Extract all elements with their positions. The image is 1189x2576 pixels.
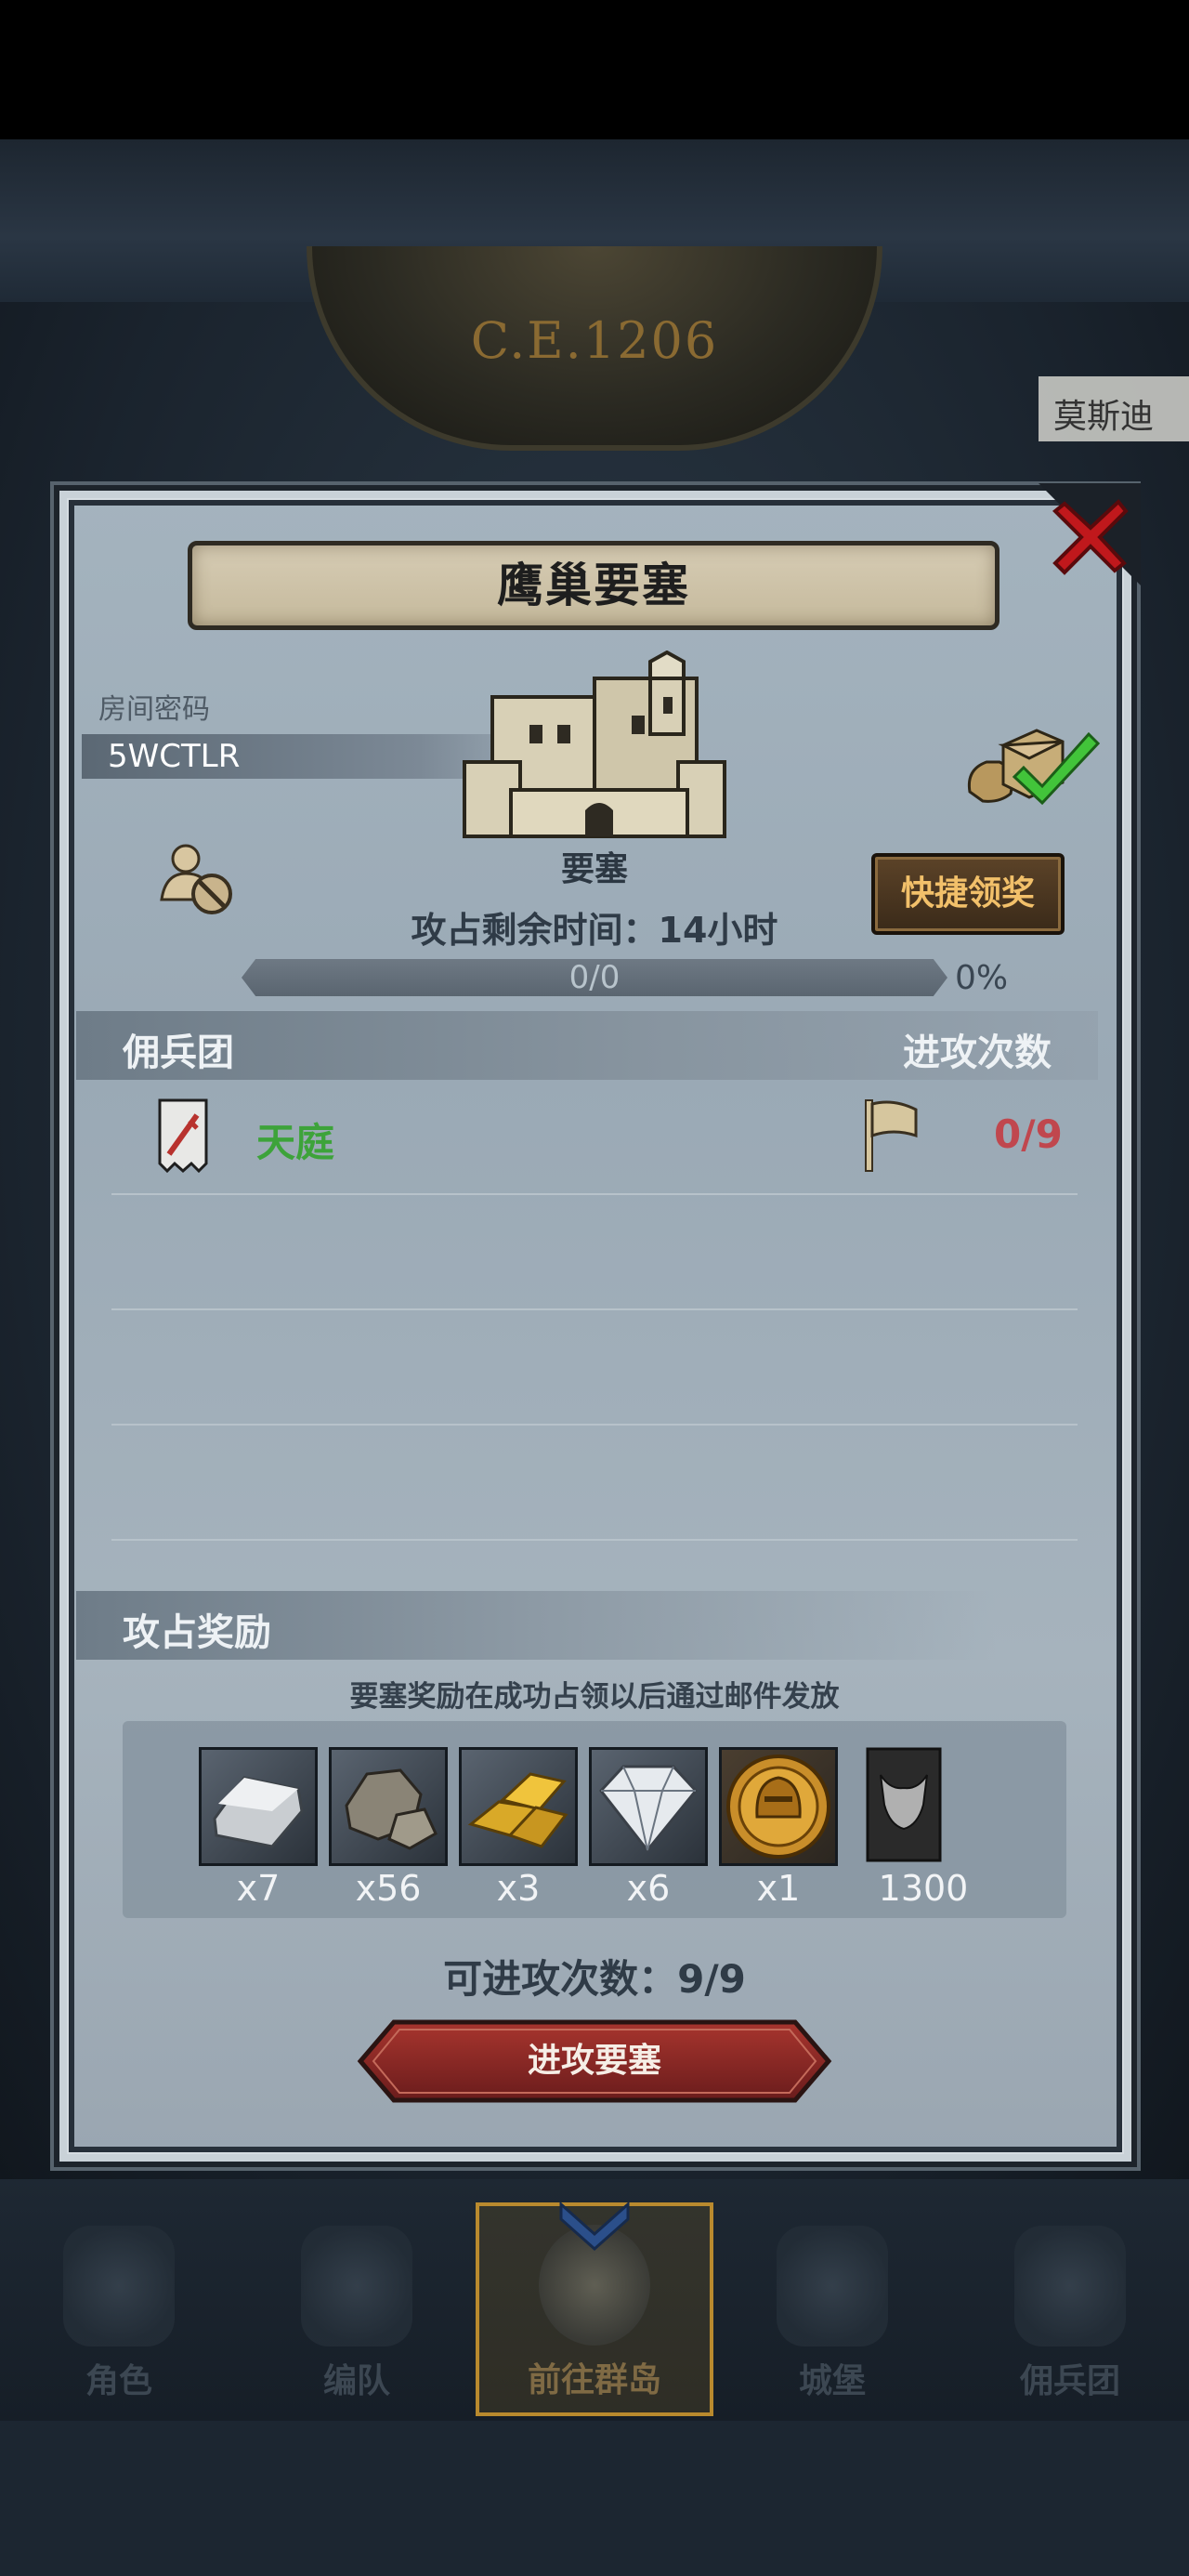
flag-icon (865, 1099, 918, 1172)
row-divider (111, 1539, 1078, 1541)
era-label: C.E.1206 (470, 311, 719, 370)
bottom-strip (0, 2421, 1189, 2576)
reward-qty: x3 (496, 1868, 541, 1909)
diamond-icon (599, 1765, 698, 1853)
reward-item[interactable] (719, 1747, 838, 1866)
nav-label: 角色 (85, 2362, 152, 2400)
reward-qty: 1300 (878, 1868, 969, 1909)
reward-item[interactable] (862, 1747, 962, 1866)
reward-item[interactable] (329, 1747, 448, 1866)
mercenary-name: 天庭 (256, 1120, 335, 1165)
nav-label: 城堡 (798, 2362, 866, 2400)
nav-label: 佣兵团 (1019, 2362, 1120, 2400)
castle-icon (777, 2226, 888, 2346)
formation-icon (301, 2226, 412, 2346)
time-remaining: 攻占剩余时间：14小时 (411, 910, 778, 951)
knight-helmet-icon (63, 2226, 175, 2346)
reward-note: 要塞奖励在成功占领以后通过邮件发放 (349, 1680, 840, 1714)
row-divider (111, 1424, 1078, 1426)
bull-banner-icon (866, 1747, 942, 1862)
row-divider (111, 1193, 1078, 1195)
reward-header-label: 攻占奖励 (123, 1611, 271, 1654)
attack-button-label: 进攻要塞 (527, 2042, 661, 2080)
city-label: 莫斯迪 (1039, 376, 1189, 441)
attack-count-header-label: 进攻次数 (903, 1032, 1052, 1074)
row-divider (111, 1308, 1078, 1310)
gold-bars-icon (467, 1772, 568, 1848)
progress-percent: 0% (955, 959, 1009, 997)
status-bar-area (0, 0, 1189, 139)
reward-qty: x7 (236, 1868, 281, 1909)
nav-label: 编队 (322, 2362, 390, 2400)
reward-qty: x1 (756, 1868, 801, 1909)
available-attacks: 可进攻次数：9/9 (443, 1956, 746, 2002)
room-code-value: 5WCTLR (108, 738, 241, 775)
close-button[interactable] (1039, 483, 1141, 585)
reward-claimed-icon[interactable] (962, 717, 1102, 810)
silver-ingot-icon (213, 1776, 304, 1848)
progress-text: 0/0 (568, 959, 621, 996)
reward-qty: x6 (626, 1868, 671, 1909)
fortress-icon (463, 651, 726, 838)
nav-label: 前往群岛 (527, 2361, 661, 2399)
reward-item[interactable] (459, 1747, 578, 1866)
chevron-down-icon (559, 2201, 630, 2252)
stone-ore-icon (345, 1768, 438, 1850)
reward-qty: x56 (355, 1868, 422, 1909)
reward-item[interactable] (199, 1747, 318, 1866)
guild-banner-icon (158, 1098, 208, 1174)
room-code-label: 房间密码 (98, 693, 210, 726)
mercenary-header-label: 佣兵团 (123, 1032, 234, 1074)
dialog-title: 鹰巢要塞 (497, 559, 690, 612)
mercenary-ship-icon (1014, 2226, 1126, 2346)
title-banner: 鹰巢要塞 (188, 541, 1000, 630)
mercenary-attack-count: 0/9 (994, 1111, 1063, 1157)
nav-item-character[interactable]: 角色 (0, 2207, 238, 2421)
nav-item-castle[interactable]: 城堡 (713, 2207, 951, 2421)
knight-medal-icon (726, 1755, 830, 1859)
nav-item-formation[interactable]: 编队 (238, 2207, 476, 2421)
reward-item[interactable] (589, 1747, 708, 1866)
nav-item-mercenary[interactable]: 佣兵团 (951, 2207, 1189, 2421)
